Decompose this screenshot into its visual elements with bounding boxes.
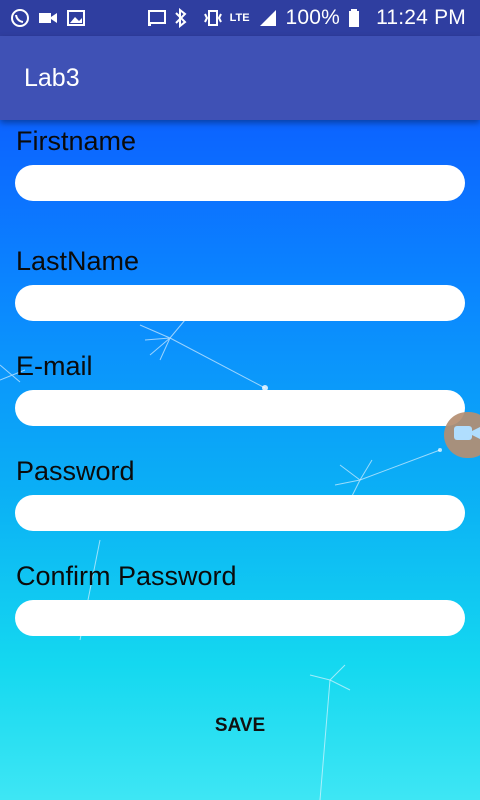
lastname-label: LastName [16, 246, 140, 276]
bluetooth-icon [174, 7, 194, 29]
app-bar: Lab3 [0, 36, 480, 120]
firstname-input[interactable] [15, 165, 465, 201]
email-input[interactable] [15, 390, 465, 426]
battery-percent: 100% [285, 6, 341, 29]
confirm-password-label: Confirm Password [16, 561, 237, 591]
app-title: Lab3 [24, 63, 80, 92]
clock: 11:24 PM [376, 6, 466, 29]
cast-icon [146, 8, 166, 28]
password-input[interactable] [15, 495, 465, 531]
video-camera-icon [452, 422, 480, 449]
email-label: E-mail [16, 351, 93, 381]
viber-icon [10, 8, 30, 28]
video-icon [38, 8, 58, 28]
signal-icon [258, 8, 278, 28]
network-type-label: LTE [229, 12, 250, 24]
image-icon [66, 8, 86, 28]
password-label: Password [16, 456, 135, 486]
confirm-password-input[interactable] [15, 600, 465, 636]
save-button[interactable]: SAVE [190, 704, 290, 748]
firstname-label: Firstname [16, 126, 137, 156]
lastname-input[interactable] [15, 285, 465, 321]
form-container: Firstname LastName E-mail Password Confi… [0, 120, 480, 800]
vibrate-icon [202, 8, 222, 28]
battery-icon [348, 8, 368, 28]
status-bar: LTE 100% 11:24 PM [0, 0, 480, 36]
